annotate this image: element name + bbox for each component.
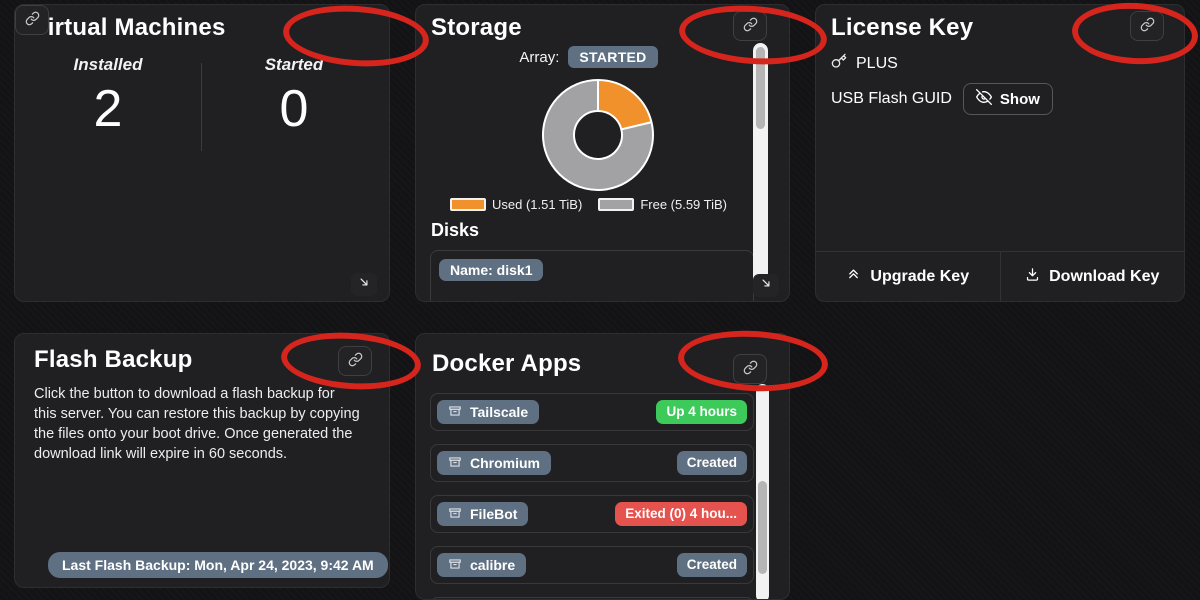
download-icon: [1025, 267, 1040, 287]
legend-free: Free (5.59 TiB): [598, 197, 727, 212]
docker-row-filebot: FileBot Exited (0) 4 hou...: [430, 495, 754, 533]
docker-row-chromium: Chromium Created: [430, 444, 754, 482]
show-guid-label: Show: [1000, 91, 1040, 108]
storage-card-title: Storage: [431, 14, 522, 42]
docker-status-badge: Created: [677, 553, 747, 577]
vm-card-title: Virtual Machines: [32, 14, 226, 42]
upgrade-key-button[interactable]: Upgrade Key: [816, 252, 1000, 301]
donut-used-segment: [598, 80, 651, 129]
key-icon: [831, 53, 847, 74]
docker-app-badge[interactable]: Tailscale: [437, 400, 539, 424]
link-icon: [25, 11, 40, 29]
container-box-icon: [448, 404, 462, 420]
last-flash-backup-badge: Last Flash Backup: Mon, Apr 24, 2023, 9:…: [48, 552, 388, 578]
flash-card-title: Flash Backup: [34, 346, 192, 374]
disk-name-badge: Name: disk1: [439, 259, 543, 281]
docker-scrollbar-thumb[interactable]: [758, 481, 767, 574]
eye-slash-icon: [976, 89, 992, 109]
vm-installed-label: Installed: [15, 55, 201, 75]
docker-app-badge[interactable]: Chromium: [437, 451, 551, 475]
legend-free-swatch: [598, 198, 634, 211]
license-footer: Upgrade Key Download Key: [816, 251, 1184, 301]
docker-row-tailscale: Tailscale Up 4 hours: [430, 393, 754, 431]
docker-app-name: Chromium: [470, 456, 540, 470]
container-box-icon: [448, 455, 462, 471]
legend-free-label: Free (5.59 TiB): [640, 197, 727, 212]
container-box-icon: [448, 506, 462, 522]
legend-used-label: Used (1.51 TiB): [492, 197, 582, 212]
vm-started-column: Started 0: [201, 55, 387, 139]
guid-row: USB Flash GUID Show: [831, 83, 1053, 115]
docker-card-title: Docker Apps: [432, 350, 581, 378]
vm-resize-handle[interactable]: [351, 273, 377, 296]
docker-app-name: calibre: [470, 558, 515, 572]
download-key-label: Download Key: [1049, 268, 1159, 286]
docker-app-name: FileBot: [470, 507, 517, 521]
license-card-title: License Key: [831, 14, 973, 42]
array-status-badge: STARTED: [568, 46, 657, 68]
docker-app-badge[interactable]: FileBot: [437, 502, 528, 526]
vm-installed-value: 2: [15, 79, 201, 139]
docker-app-name: Tailscale: [470, 405, 528, 419]
donut-legend: Used (1.51 TiB) Free (5.59 TiB): [416, 197, 761, 212]
storage-resize-handle[interactable]: [753, 274, 779, 297]
docker-status-badge: Created: [677, 451, 747, 475]
license-tier-row: PLUS: [831, 53, 898, 74]
vm-started-value: 0: [201, 79, 387, 139]
resize-arrow-icon: [357, 275, 371, 294]
resize-arrow-icon: [759, 276, 773, 295]
docker-status-badge: Up 4 hours: [656, 400, 747, 424]
flash-backup-description: Click the button to download a flash bac…: [34, 384, 360, 464]
vm-installed-column: Installed 2: [15, 55, 201, 139]
angles-up-icon: [846, 267, 861, 287]
array-label: Array:: [519, 49, 559, 66]
legend-used: Used (1.51 TiB): [450, 197, 582, 212]
docker-row-calibre: calibre Created: [430, 546, 754, 584]
vm-stats-divider: [201, 63, 202, 151]
legend-used-swatch: [450, 198, 486, 211]
download-key-button[interactable]: Download Key: [1000, 252, 1185, 301]
show-guid-button[interactable]: Show: [963, 83, 1053, 115]
upgrade-key-label: Upgrade Key: [870, 268, 969, 286]
disks-heading: Disks: [431, 220, 479, 241]
docker-status-badge: Exited (0) 4 hou...: [615, 502, 747, 526]
disk-row: Name: disk1: [430, 250, 754, 302]
license-tier-label: PLUS: [856, 55, 898, 73]
container-box-icon: [448, 557, 462, 573]
storage-donut-chart: [540, 77, 656, 193]
docker-app-badge[interactable]: calibre: [437, 553, 526, 577]
guid-label: USB Flash GUID: [831, 90, 952, 108]
vm-link-button[interactable]: [15, 5, 49, 35]
